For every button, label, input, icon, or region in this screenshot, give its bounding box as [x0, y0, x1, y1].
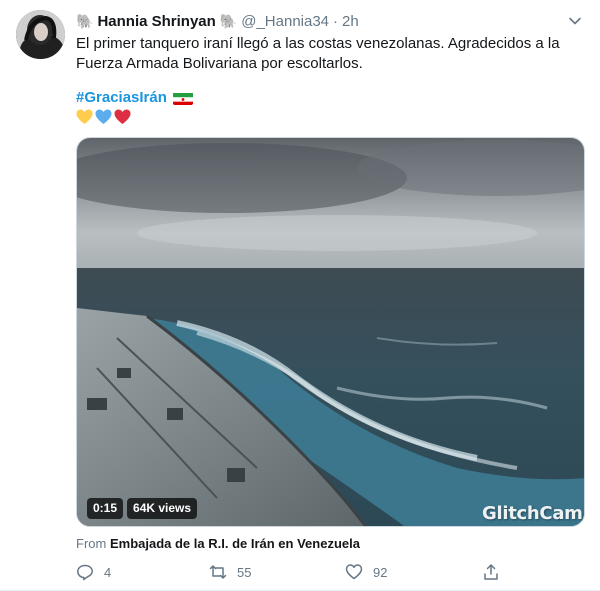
tweet-text: El primer tanquero iraní llegó a las cos…	[76, 35, 560, 72]
like-button[interactable]: 92	[345, 563, 387, 581]
hashtag-link[interactable]: #GraciasIrán	[76, 88, 167, 108]
tweet-actions: 4 55 92	[76, 563, 576, 583]
elephant-emoji-icon: 🐘	[219, 12, 238, 29]
hashtag-line: #GraciasIrán	[76, 88, 193, 108]
blue-heart-icon	[95, 109, 112, 124]
author-handle[interactable]: @_Hannia34	[241, 13, 329, 30]
tweet-card[interactable]: 🐘 Hannia Shrinyan 🐘 @_Hannia34 · 2h El p…	[0, 0, 600, 591]
media-source: From Embajada de la R.I. de Irán en Vene…	[76, 536, 360, 552]
iran-flag-icon	[172, 92, 193, 105]
source-account-link[interactable]: Embajada de la R.I. de Irán en Venezuela	[110, 536, 360, 551]
reply-button[interactable]: 4	[76, 563, 111, 581]
heart-icon	[345, 564, 363, 580]
tweet-timestamp[interactable]: 2h	[342, 13, 359, 30]
share-button[interactable]	[482, 563, 500, 581]
share-icon	[484, 564, 498, 580]
source-prefix: From	[76, 536, 107, 551]
video-watermark: GlitchCam	[482, 503, 583, 524]
video-player[interactable]	[76, 137, 585, 527]
separator-dot: ·	[333, 12, 339, 30]
video-duration: 0:15	[87, 498, 124, 519]
author-name[interactable]: Hannia Shrinyan	[97, 13, 215, 30]
video-overlay: 0:15 64K views	[87, 498, 198, 519]
retweet-count: 55	[237, 564, 252, 580]
reply-icon	[77, 564, 93, 581]
tweet-header: 🐘 Hannia Shrinyan 🐘 @_Hannia34 · 2h	[76, 11, 584, 31]
retweet-icon	[209, 565, 227, 579]
elephant-emoji-icon: 🐘	[76, 12, 94, 29]
red-heart-icon	[114, 109, 131, 124]
chevron-down-icon[interactable]	[566, 12, 584, 30]
like-count: 92	[373, 564, 388, 580]
yellow-heart-icon	[76, 109, 93, 124]
heart-emojis	[76, 108, 131, 126]
reply-count: 4	[104, 564, 112, 580]
video-views: 64K views	[127, 498, 198, 519]
avatar[interactable]	[16, 10, 65, 59]
retweet-button[interactable]: 55	[209, 563, 251, 581]
